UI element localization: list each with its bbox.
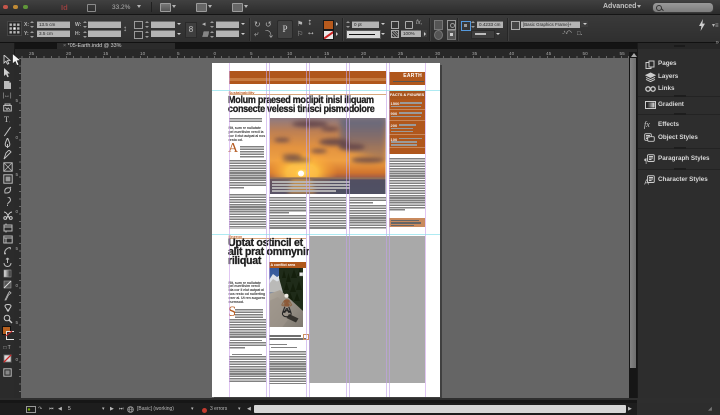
svg-text:A: A <box>644 180 649 186</box>
